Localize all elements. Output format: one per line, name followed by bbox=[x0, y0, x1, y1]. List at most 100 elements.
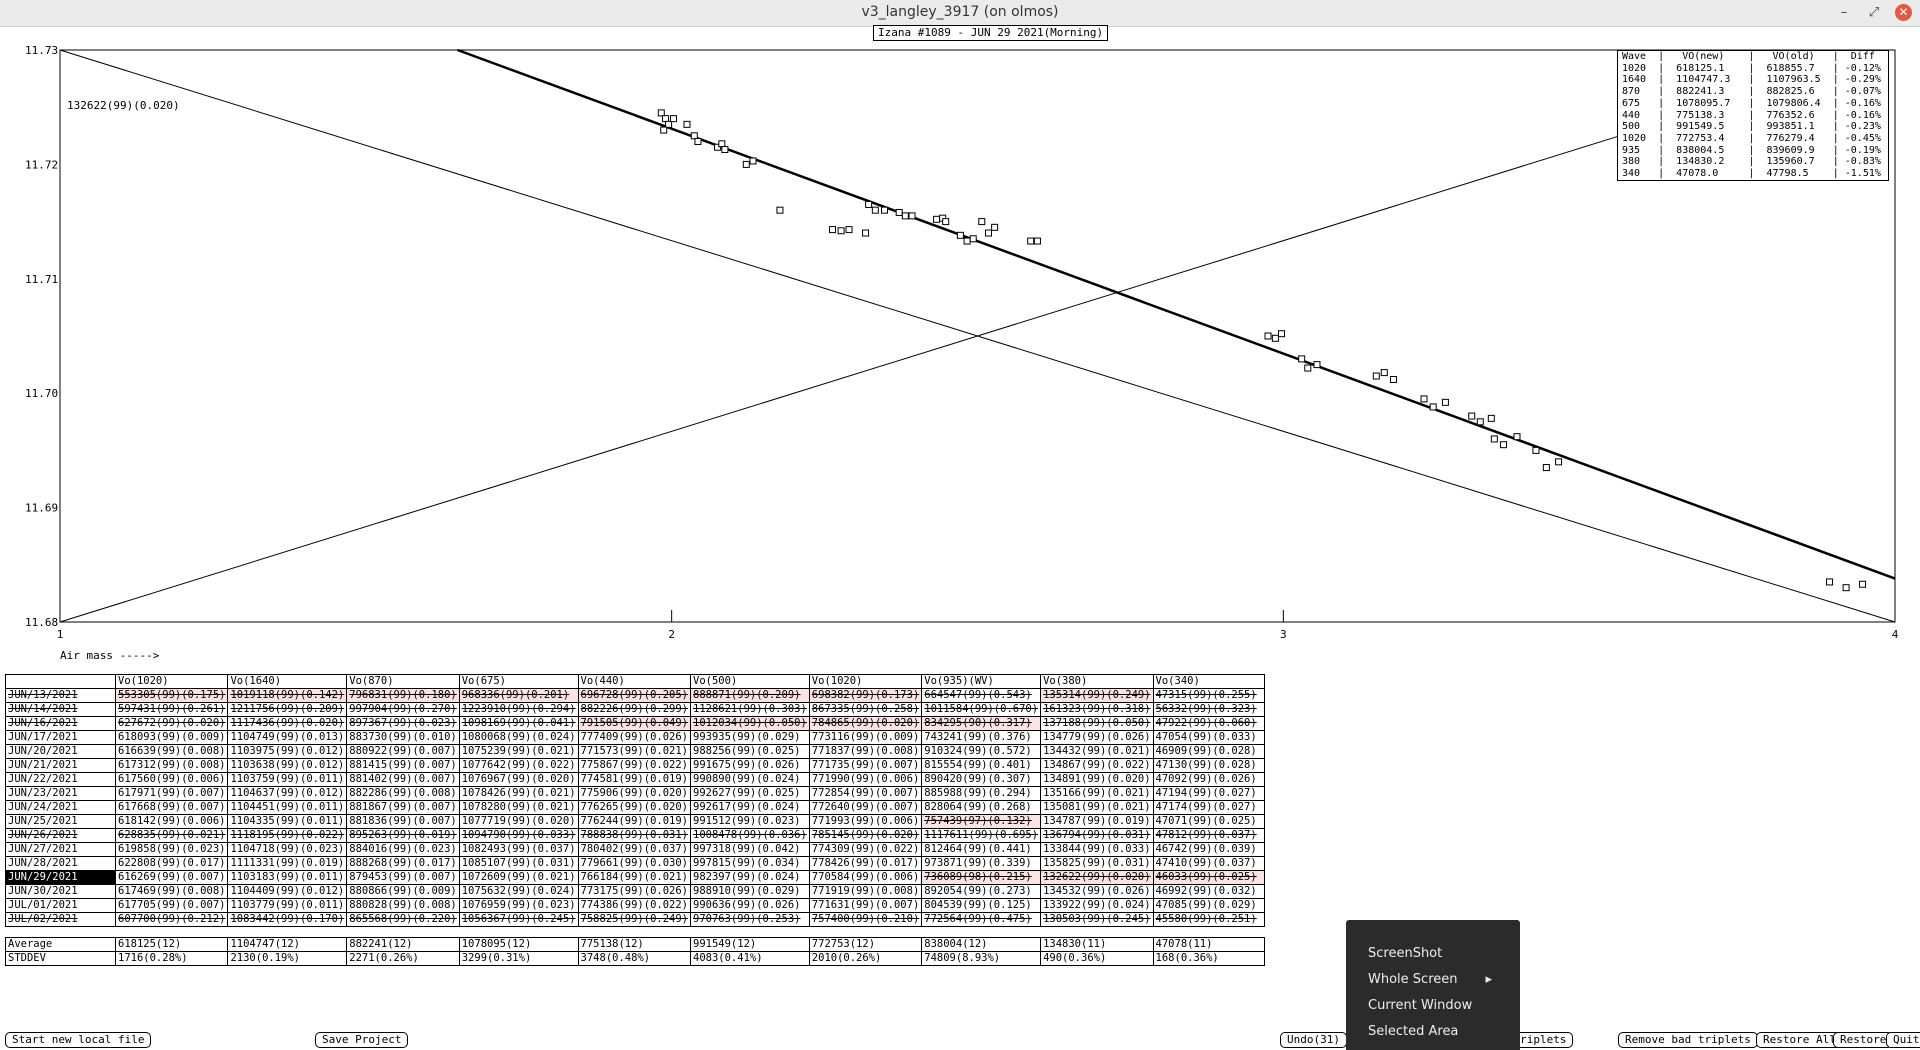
table-row[interactable]: JUN/21/2021 617312(99)(0.008) 1103638(99)(… bbox=[5, 758, 1265, 773]
vo-cell: 991675(99)(0.026) bbox=[690, 758, 810, 773]
vo-cell: 46742(99)(0.039) bbox=[1152, 842, 1265, 857]
data-point bbox=[969, 235, 977, 243]
vo-cell: 881415(99)(0.007) bbox=[346, 758, 460, 773]
vo-cell: 1104749(99)(0.013) bbox=[227, 730, 348, 745]
minimize-icon[interactable]: – bbox=[1834, 3, 1854, 23]
column-header: Vo(1020) bbox=[808, 674, 923, 689]
data-point bbox=[1429, 403, 1437, 411]
row-date: JUN/23/2021 bbox=[5, 786, 116, 801]
vo-cell: 47085(99)(0.029) bbox=[1152, 898, 1265, 913]
menu-item-screenshot[interactable]: ScreenShot bbox=[1368, 946, 1442, 961]
restore-all-button[interactable]: Restore All bbox=[1756, 1032, 1843, 1048]
start-new-file-button[interactable]: Start new local file bbox=[5, 1032, 152, 1048]
vo-cell: 1094790(99)(0.033) bbox=[458, 828, 579, 843]
data-point bbox=[1389, 375, 1397, 383]
vo-cell: 1104637(99)(0.012) bbox=[227, 786, 348, 801]
table-row[interactable]: JUN/26/2021 628835(99)(0.021) 1118195(99)(… bbox=[5, 828, 1265, 843]
vo-cell: 888268(99)(0.017) bbox=[346, 856, 460, 871]
maximize-icon[interactable]: ⤢ bbox=[1864, 3, 1884, 23]
row-date: JUN/22/2021 bbox=[5, 772, 116, 787]
quit-button[interactable]: Quit bbox=[1886, 1032, 1920, 1048]
row-date: JUN/21/2021 bbox=[5, 758, 116, 773]
vo-cell: 47812(99)(0.037) bbox=[1152, 828, 1265, 843]
table-row[interactable]: JUN/24/2021 617668(99)(0.007) 1104451(99)(… bbox=[5, 800, 1265, 815]
vo-cell: 1012034(99)(0.050) bbox=[690, 716, 810, 731]
data-point bbox=[985, 229, 993, 237]
column-header: Vo(380) bbox=[1040, 674, 1154, 689]
column-header: Vo(340) bbox=[1152, 674, 1265, 689]
average-row: Average 618125(12) 1104747(12) 882241(12) 10… bbox=[5, 937, 1265, 952]
table-row[interactable]: JUN/16/2021 627672(99)(0.020) 1117436(99)(… bbox=[5, 716, 1265, 731]
column-header: Vo(1640) bbox=[227, 674, 348, 689]
vo-cell: 992617(99)(0.024) bbox=[690, 800, 810, 815]
data-point bbox=[1555, 458, 1563, 466]
data-point bbox=[665, 120, 673, 128]
vo-cell: 778426(99)(0.017) bbox=[808, 856, 923, 871]
menu-item-current-window[interactable]: Current Window bbox=[1368, 998, 1472, 1013]
vo-cell: 771919(99)(0.008) bbox=[808, 884, 923, 899]
table-row[interactable]: JUN/22/2021 617560(99)(0.006) 1103759(99)(… bbox=[5, 772, 1265, 787]
vo-cell: 1083442(99)(0.170) bbox=[227, 912, 348, 927]
data-point bbox=[933, 215, 941, 223]
vo-cell: 993935(99)(0.029) bbox=[690, 730, 810, 745]
row-date: JUN/27/2021 bbox=[5, 842, 116, 857]
vo-cell: 134787(99)(0.019) bbox=[1040, 814, 1154, 829]
vo-cell: 771573(99)(0.021) bbox=[577, 744, 692, 759]
table-row[interactable]: JUN/20/2021 616639(99)(0.008) 1103975(99)(… bbox=[5, 744, 1265, 759]
table-row[interactable]: JUN/27/2021 619858(99)(0.023) 1104718(99)(… bbox=[5, 842, 1265, 857]
restore-button[interactable]: Restore bbox=[1833, 1032, 1894, 1048]
column-header: Vo(500) bbox=[690, 674, 810, 689]
stddev-cell: 3299(0.31%) bbox=[458, 951, 579, 966]
data-point bbox=[978, 218, 986, 226]
vo-cell: 1104409(99)(0.012) bbox=[227, 884, 348, 899]
table-row[interactable]: JUN/30/2021 617469(99)(0.008) 1104409(99)(… bbox=[5, 884, 1265, 899]
remove-bad-triplets-button[interactable]: Remove bad triplets bbox=[1618, 1032, 1758, 1048]
vo-cell: 47054(99)(0.033) bbox=[1152, 730, 1265, 745]
stddev-row: STDDEV 1716(0.28%) 2130(0.19%) 2271(0.26%) 3… bbox=[5, 951, 1265, 966]
table-row[interactable]: JUN/17/2021 618093(99)(0.009) 1104749(99)(… bbox=[5, 730, 1265, 745]
vo-cell: 997318(99)(0.042) bbox=[690, 842, 810, 857]
stddev-cell: 168(0.36%) bbox=[1152, 951, 1265, 966]
save-project-button[interactable]: Save Project bbox=[315, 1032, 409, 1048]
vo-cell: 775906(99)(0.020) bbox=[577, 786, 692, 801]
stddev-cell: 2271(0.26%) bbox=[346, 951, 460, 966]
table-row[interactable]: JUN/23/2021 617971(99)(0.007) 1104637(99)(… bbox=[5, 786, 1265, 801]
vo-cell: 771993(99)(0.006) bbox=[808, 814, 923, 829]
vo-cell: 1076967(99)(0.020) bbox=[458, 772, 579, 787]
data-point bbox=[1264, 332, 1272, 340]
vo-cell: 771735(99)(0.007) bbox=[808, 758, 923, 773]
menu-item-whole-screen[interactable]: Whole Screen bbox=[1368, 972, 1457, 987]
vo-cell: 1103183(99)(0.011) bbox=[227, 870, 348, 885]
data-point bbox=[1313, 361, 1321, 369]
close-icon[interactable]: ✕ bbox=[1895, 4, 1912, 21]
row-date: JUN/26/2021 bbox=[5, 828, 116, 843]
table-row[interactable]: JUN/29/2021 616269(99)(0.007) 1103183(99)(… bbox=[5, 870, 1265, 885]
table-row[interactable]: JUN/14/2021 597431(99)(0.261) 1211756(99)(… bbox=[5, 702, 1265, 717]
vo-cell: 997904(99)(0.270) bbox=[346, 702, 460, 717]
table-row[interactable]: JUN/28/2021 622808(99)(0.017) 1111331(99)(… bbox=[5, 856, 1265, 871]
table-row[interactable]: JUN/13/2021 553305(99)(0.175) 1019118(99)(… bbox=[5, 688, 1265, 703]
row-date: JUN/16/2021 bbox=[5, 716, 116, 731]
data-point bbox=[1490, 435, 1498, 443]
vo-table: Vo(1020) Vo(1640) Vo(870) Vo(675) Vo(440) Vo(… bbox=[5, 674, 1265, 966]
data-point bbox=[1033, 237, 1041, 245]
vo-cell: 772854(99)(0.007) bbox=[808, 786, 923, 801]
undo-button[interactable]: Undo(31) bbox=[1280, 1032, 1347, 1048]
vo-cell: 785145(99)(0.020) bbox=[808, 828, 923, 843]
table-row[interactable]: JUL/01/2021 617705(99)(0.007) 1103779(99)(… bbox=[5, 898, 1265, 913]
table-row[interactable]: JUN/25/2021 618142(99)(0.006) 1104335(99)(… bbox=[5, 814, 1265, 829]
data-point bbox=[901, 212, 909, 220]
vo-cell: 135081(99)(0.021) bbox=[1040, 800, 1154, 815]
data-point bbox=[829, 226, 837, 234]
table-row[interactable]: JUL/02/2021 607700(99)(0.212) 1083442(99)(… bbox=[5, 912, 1265, 927]
stddev-cell: 490(0.36%) bbox=[1040, 951, 1154, 966]
vo-cell: 970763(99)(0.253) bbox=[690, 912, 810, 927]
vo-cell: 1128621(99)(0.303) bbox=[690, 702, 810, 717]
vo-cell: 1077642(99)(0.022) bbox=[458, 758, 579, 773]
vo-cell: 775867(99)(0.022) bbox=[577, 758, 692, 773]
vo-cell: 47092(99)(0.026) bbox=[1152, 772, 1265, 787]
menu-item-selected-area[interactable]: Selected Area bbox=[1368, 1024, 1458, 1039]
envelope-line bbox=[59, 135, 1620, 623]
vo-cell: 47130(99)(0.028) bbox=[1152, 758, 1265, 773]
vo-cell: 1082493(99)(0.037) bbox=[458, 842, 579, 857]
